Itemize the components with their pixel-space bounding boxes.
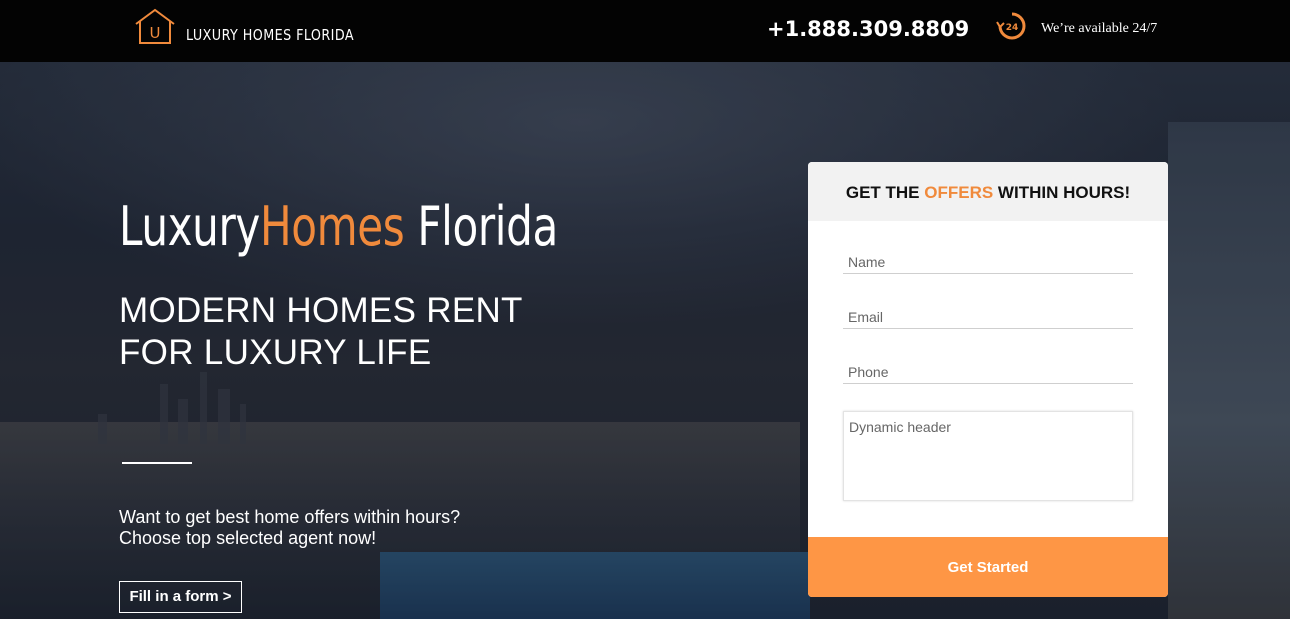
hero-subheading: MODERN HOMES RENT FOR LUXURY LIFE bbox=[119, 291, 523, 372]
name-input[interactable] bbox=[843, 250, 1133, 274]
phone-number[interactable]: +1.888.309.8809 bbox=[767, 17, 969, 41]
logo-text: LUXURY HOMES FLORIDA bbox=[186, 26, 355, 44]
site-logo[interactable]: U LUXURY HOMES FLORIDA bbox=[132, 6, 384, 46]
email-input[interactable] bbox=[843, 305, 1133, 329]
top-navigation-bar: U LUXURY HOMES FLORIDA +1.888.309.8809 2… bbox=[0, 0, 1290, 62]
form-heading: GET THE OFFERS WITHIN HOURS! bbox=[808, 162, 1168, 221]
hero-divider bbox=[122, 462, 192, 464]
get-started-button[interactable]: Get Started bbox=[808, 537, 1168, 597]
phone-input[interactable] bbox=[843, 360, 1133, 384]
hero-tagline: Want to get best home offers within hour… bbox=[119, 507, 461, 548]
house-logo-icon: U bbox=[135, 8, 175, 44]
hero-title: LuxuryHomes Florida bbox=[119, 195, 558, 258]
availability-text: We’re available 24/7 bbox=[1041, 21, 1158, 36]
fill-in-form-button[interactable]: Fill in a form > bbox=[119, 581, 242, 613]
clock-24-icon: 24 bbox=[996, 12, 1026, 40]
message-textarea[interactable] bbox=[843, 411, 1133, 501]
svg-text:24: 24 bbox=[1006, 23, 1019, 33]
svg-text:U: U bbox=[150, 24, 161, 42]
offers-form-card: GET THE OFFERS WITHIN HOURS! Get Started bbox=[808, 162, 1168, 597]
